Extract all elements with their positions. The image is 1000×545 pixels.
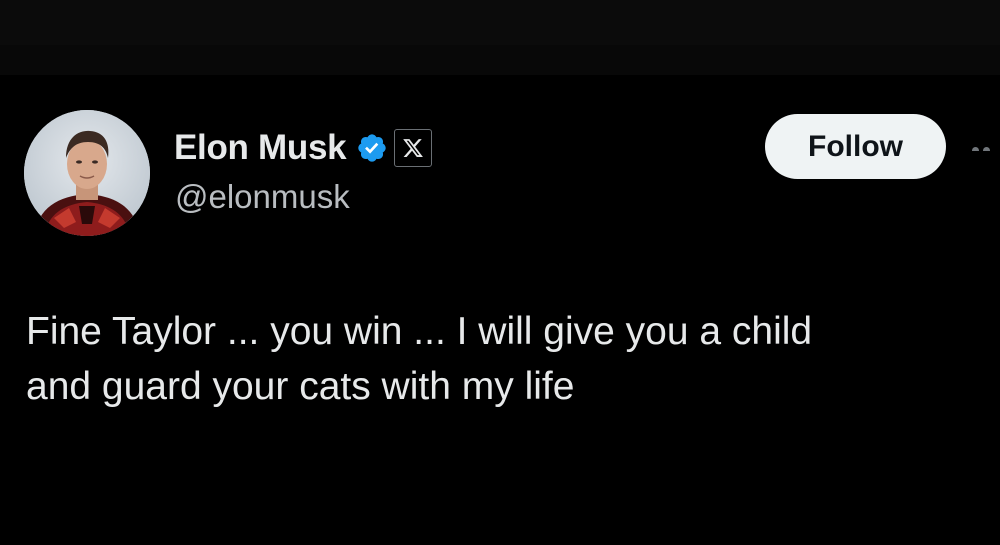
avatar-photo [24, 110, 150, 236]
verified-badge-icon[interactable] [356, 132, 388, 164]
author-display-name[interactable]: Elon Musk [174, 128, 347, 168]
top-bar-edge [0, 45, 1000, 75]
x-logo-icon[interactable] [394, 129, 433, 167]
avatar[interactable] [24, 110, 150, 236]
author-name-row: Elon Musk [174, 125, 433, 171]
tweet-text-line: Fine Taylor ... you win ... I will give … [26, 310, 813, 353]
tweet-card: Elon Musk @elonmusk Follow Fine Taylor .… [0, 75, 1000, 545]
tweet-body: Fine Taylor ... you win ... I will give … [26, 304, 986, 414]
author-handle[interactable]: @elonmusk [175, 178, 350, 216]
tweet-text-line: and guard your cats with my life [26, 365, 575, 408]
follow-button[interactable]: Follow [765, 114, 946, 179]
more-options-icon[interactable] [972, 141, 1000, 151]
